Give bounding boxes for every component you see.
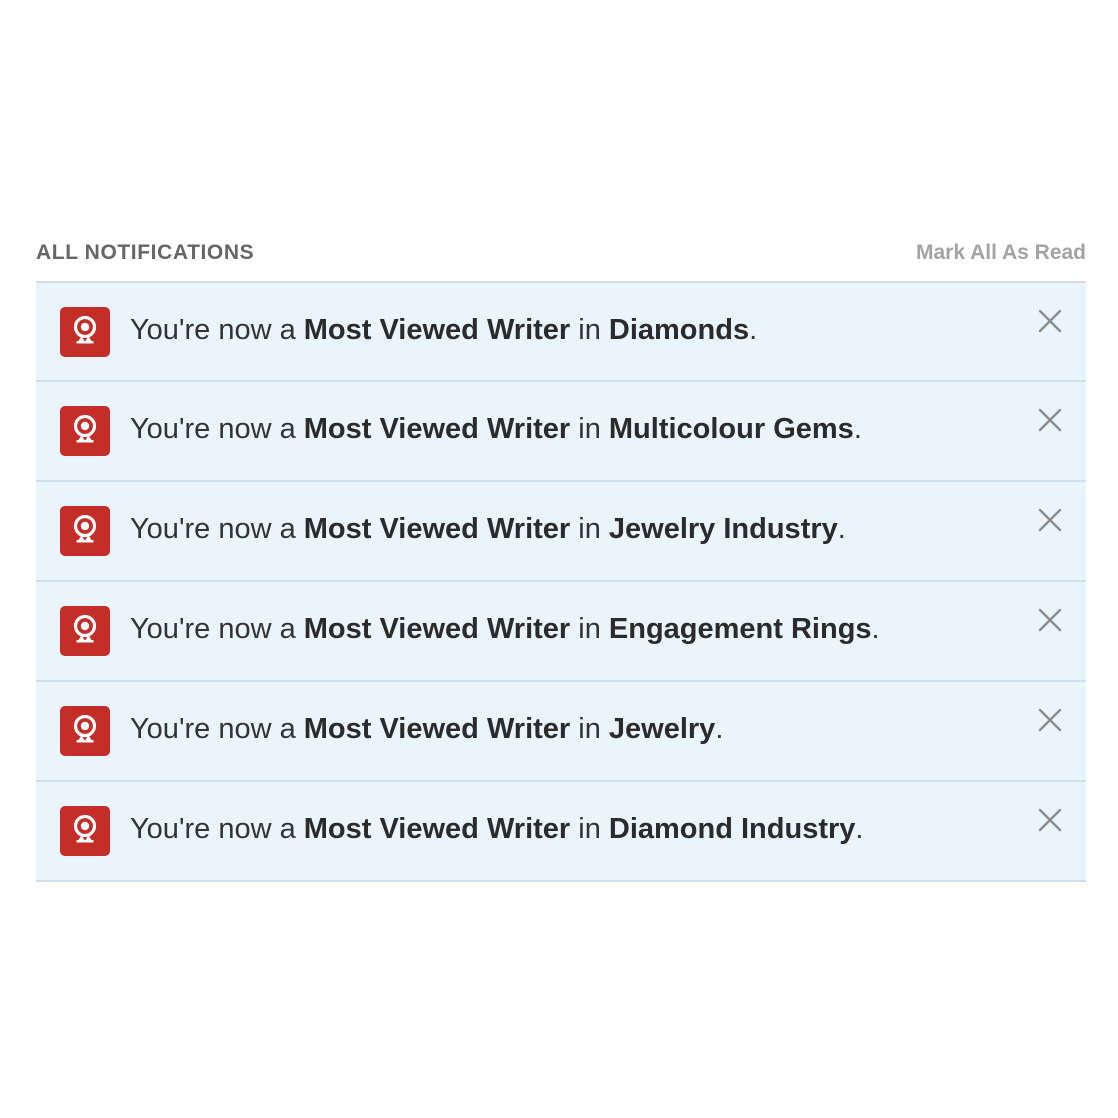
dismiss-close-icon[interactable] (1038, 508, 1062, 532)
dismiss-close-icon[interactable] (1038, 309, 1062, 333)
notification-message: You're now a Most Viewed Writer in Multi… (130, 413, 862, 445)
notification-item[interactable]: You're now a Most Viewed Writer in Engag… (36, 582, 1086, 682)
dismiss-close-icon[interactable] (1038, 608, 1062, 632)
notification-role: Most Viewed Writer (303, 713, 571, 745)
dismiss-close-icon[interactable] (1038, 708, 1062, 732)
dismiss-close-icon[interactable] (1038, 408, 1062, 432)
notification-topic-link: Multicolour Gems (608, 413, 854, 445)
notifications-header: ALL NOTIFICATIONS Mark All As Read (36, 235, 1086, 282)
notification-item[interactable]: You're now a Most Viewed Writer in Diamo… (36, 282, 1086, 382)
notification-topic-link: Diamond Industry (608, 813, 856, 845)
award-ribbon-icon (60, 806, 110, 856)
mark-all-as-read-link[interactable]: Mark All As Read (916, 235, 1086, 265)
notification-role: Most Viewed Writer (303, 613, 571, 645)
notification-item[interactable]: You're now a Most Viewed Writer in Jewel… (36, 482, 1086, 582)
notification-item[interactable]: You're now a Most Viewed Writer in Diamo… (36, 782, 1086, 882)
notifications-title: ALL NOTIFICATIONS (36, 241, 255, 264)
award-ribbon-icon (60, 606, 110, 656)
notification-message: You're now a Most Viewed Writer in Diamo… (130, 813, 864, 845)
notification-role: Most Viewed Writer (303, 813, 571, 845)
notification-message: You're now a Most Viewed Writer in Jewel… (130, 713, 724, 745)
notification-message: You're now a Most Viewed Writer in Jewel… (130, 513, 846, 545)
notification-message: You're now a Most Viewed Writer in Engag… (130, 613, 880, 645)
notification-topic-link: Engagement Rings (608, 613, 872, 645)
notification-topic-link: Jewelry (608, 713, 716, 745)
notification-role: Most Viewed Writer (303, 314, 571, 346)
notification-role: Most Viewed Writer (303, 513, 571, 545)
notification-topic-link: Diamonds (608, 314, 750, 346)
dismiss-close-icon[interactable] (1038, 808, 1062, 832)
notification-topic-link: Jewelry Industry (608, 513, 838, 545)
notifications-panel: ALL NOTIFICATIONS Mark All As Read You'r… (36, 235, 1086, 882)
award-ribbon-icon (60, 506, 110, 556)
notification-item[interactable]: You're now a Most Viewed Writer in Jewel… (36, 682, 1086, 782)
notification-item[interactable]: You're now a Most Viewed Writer in Multi… (36, 382, 1086, 482)
notification-list: You're now a Most Viewed Writer in Diamo… (36, 282, 1086, 882)
notification-role: Most Viewed Writer (303, 413, 571, 445)
award-ribbon-icon (60, 307, 110, 357)
award-ribbon-icon (60, 706, 110, 756)
award-ribbon-icon (60, 406, 110, 456)
notification-message: You're now a Most Viewed Writer in Diamo… (130, 314, 758, 346)
